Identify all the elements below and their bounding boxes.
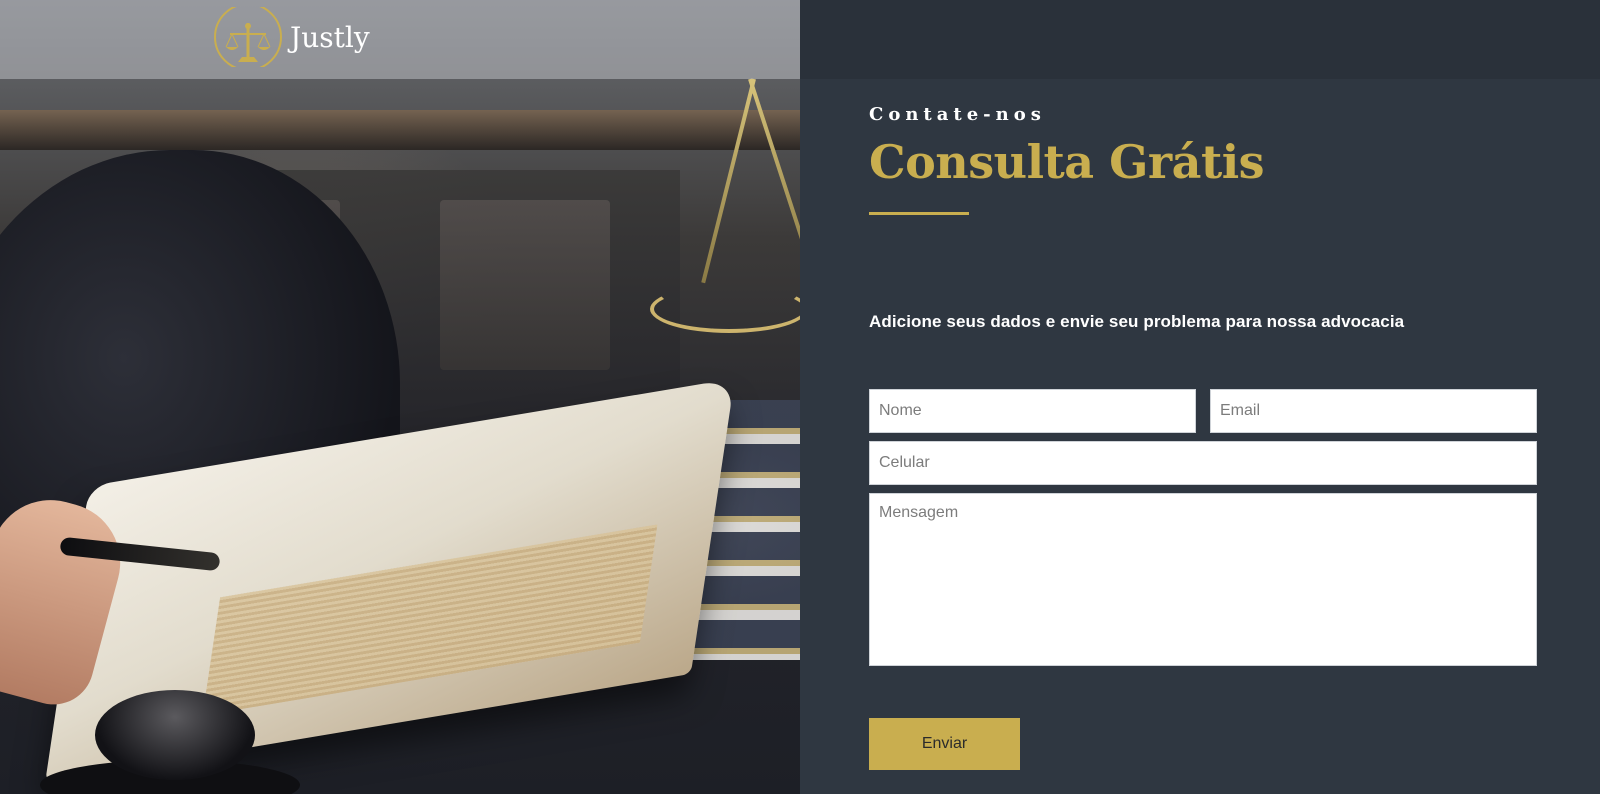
logo-link[interactable]: Justly (212, 7, 370, 67)
phone-input[interactable] (869, 441, 1537, 485)
submit-button[interactable]: Enviar (869, 718, 1020, 770)
header-bar-left (0, 0, 800, 79)
scales-of-justice-icon (214, 7, 282, 67)
email-input[interactable] (1210, 389, 1537, 433)
photo-scale-pan (650, 285, 800, 333)
photo-cabinet-panel (440, 200, 610, 370)
photo-scale-chain (748, 78, 800, 280)
contact-heading: Contate-nos Consulta Grátis (869, 100, 1539, 215)
photo-gavel (95, 690, 255, 780)
message-textarea[interactable] (869, 493, 1537, 666)
photo-shelf (0, 110, 800, 150)
page-title: Consulta Grátis (869, 135, 1265, 189)
title-divider (869, 212, 969, 215)
form-intro-text: Adicione seus dados e envie seu problema… (869, 312, 1405, 331)
header-bar-right (800, 0, 1600, 79)
name-input[interactable] (869, 389, 1196, 433)
hero-photo (0, 0, 800, 794)
section-eyebrow: Contate-nos (869, 104, 1046, 125)
logo-text: Justly (290, 20, 370, 54)
